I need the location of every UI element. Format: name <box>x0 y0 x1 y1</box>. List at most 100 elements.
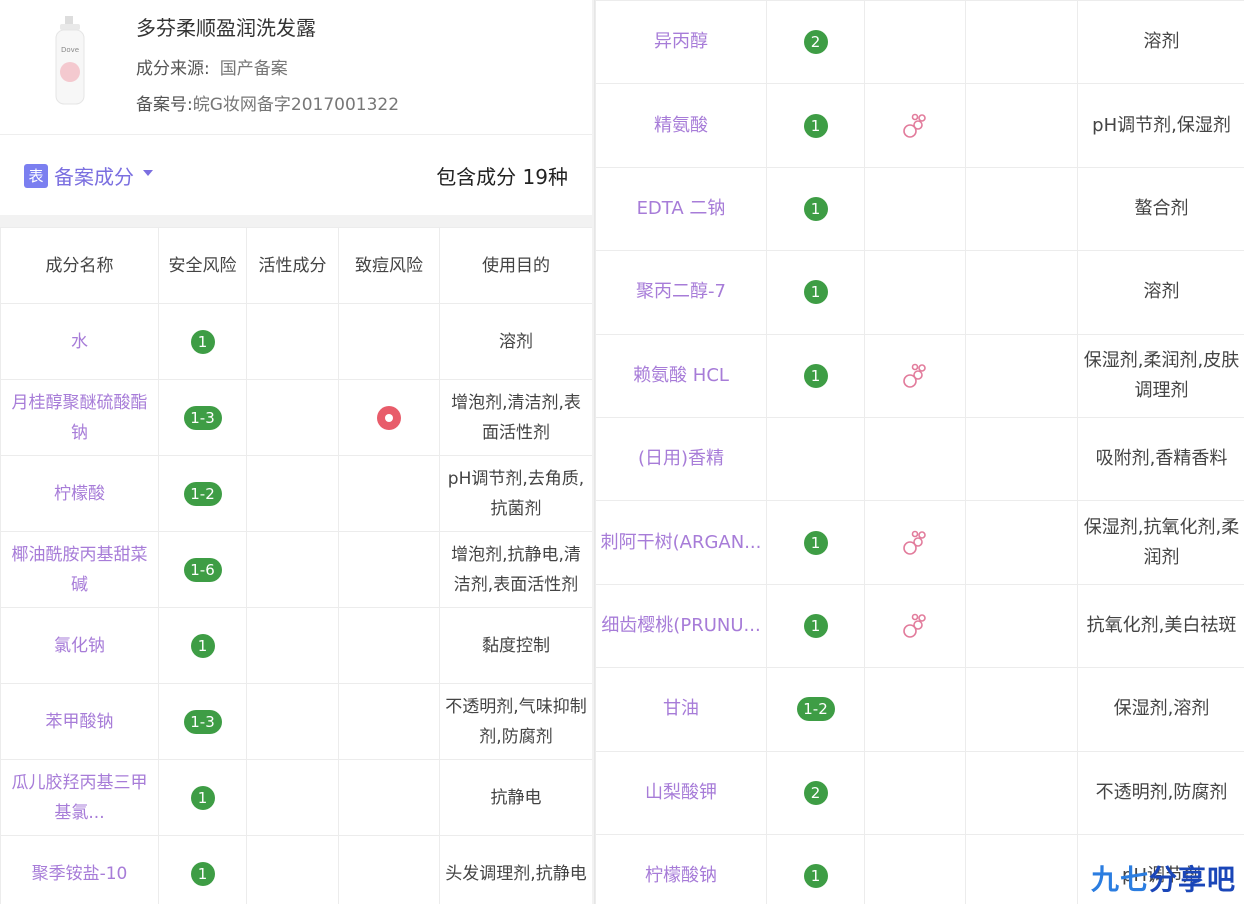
safety-risk-cell: 1 <box>766 83 865 168</box>
safety-risk-cell: 1-2 <box>766 667 865 752</box>
purpose-cell: 头发调理剂,抗静电 <box>439 835 592 904</box>
table-row[interactable]: 聚季铵盐-10 1 头发调理剂,抗静电 <box>0 835 592 904</box>
active-cell <box>864 333 966 418</box>
ingredient-name[interactable]: 氯化钠 <box>0 607 159 684</box>
active-cell <box>246 379 339 456</box>
ingredient-name[interactable]: 赖氨酸 HCL <box>595 333 767 418</box>
active-cell <box>864 416 966 502</box>
table-row[interactable]: 赖氨酸 HCL 1 保湿剂,柔润剂,皮肤调理剂 <box>595 333 1244 418</box>
table-row[interactable]: (日用)香精 吸附剂,香精香料 <box>595 416 1244 502</box>
ingredient-name[interactable]: 精氨酸 <box>595 83 767 168</box>
active-cell <box>864 250 966 335</box>
acne-risk-cell <box>965 833 1078 904</box>
active-cell <box>246 455 339 532</box>
active-cell <box>246 683 339 760</box>
risk-badge: 1 <box>803 113 828 138</box>
ingredient-name[interactable]: 异丙醇 <box>595 0 767 85</box>
risk-badge: 1-2 <box>796 697 835 722</box>
ingredient-name[interactable]: 柠檬酸钠 <box>595 833 767 904</box>
acne-risk-cell <box>965 750 1078 835</box>
acne-risk-cell <box>965 250 1078 335</box>
table-row[interactable]: 细齿樱桃(PRUNU... 1 抗氧化剂,美白祛斑 <box>595 583 1244 669</box>
table-row[interactable]: 椰油酰胺丙基甜菜碱 1-6 增泡剂,抗静电,清洁剂,表面活性剂 <box>0 531 592 608</box>
active-cell <box>864 583 966 669</box>
purpose-cell: 抗氧化剂,美白祛斑 <box>1077 583 1244 669</box>
table-row[interactable]: 聚丙二醇-7 1 溶剂 <box>595 250 1244 335</box>
section-header[interactable]: 表 备案成分 包含成分 19种 <box>0 135 592 215</box>
source-value: 国产备案 <box>219 59 288 79</box>
header-purpose: 使用目的 <box>439 227 592 304</box>
purpose-cell: 溶剂 <box>439 303 592 380</box>
safety-risk-cell: 1-2 <box>158 455 247 532</box>
right-panel: 异丙醇 2 溶剂 精氨酸 1 pH调节剂,保湿剂 EDTA 二钠 1 螯合剂 聚丙二醇-7 1 溶剂赖… <box>594 0 1244 904</box>
ingredient-name[interactable]: 山梨酸钾 <box>595 750 767 835</box>
active-ingredient-icon <box>903 363 926 388</box>
acne-risk-cell <box>965 416 1078 502</box>
record-value: 皖G妆网备字2017001322 <box>192 95 400 115</box>
ingredient-name[interactable]: 椰油酰胺丙基甜菜碱 <box>0 531 159 608</box>
divider <box>0 215 592 227</box>
acne-risk-cell <box>965 500 1078 585</box>
table-row[interactable]: 精氨酸 1 pH调节剂,保湿剂 <box>595 83 1244 168</box>
safety-risk-cell: 1 <box>158 759 247 836</box>
ingredient-name[interactable]: 聚丙二醇-7 <box>595 250 767 335</box>
risk-badge: 2 <box>803 780 828 805</box>
table-icon: 表 <box>24 164 48 188</box>
risk-badge: 1 <box>190 329 215 354</box>
header-safety-risk: 安全风险 <box>158 227 247 304</box>
table-row[interactable]: 水 1 溶剂 <box>0 303 592 380</box>
ingredient-name[interactable]: 水 <box>0 303 159 380</box>
ingredient-source: 成分来源: 国产备案 <box>136 54 288 79</box>
caret-down-icon[interactable] <box>143 170 153 176</box>
table-row[interactable]: EDTA 二钠 1 螯合剂 <box>595 166 1244 252</box>
ingredient-name[interactable]: EDTA 二钠 <box>595 166 767 252</box>
ingredient-name[interactable]: 柠檬酸 <box>0 455 159 532</box>
ingredient-name[interactable]: 甘油 <box>595 667 767 752</box>
risk-badge: 1 <box>803 363 828 388</box>
left-panel: Dove 多芬柔顺盈润洗发露 成分来源: 国产备案 备案号:皖G妆网备字20170… <box>0 0 592 904</box>
purpose-cell: pH调节剂,保湿剂 <box>1077 83 1244 168</box>
table-row[interactable]: 柠檬酸 1-2 pH调节剂,去角质,抗菌剂 <box>0 455 592 532</box>
safety-risk-cell: 1-3 <box>158 683 247 760</box>
ingredient-name[interactable]: 刺阿干树(ARGAN... <box>595 500 767 585</box>
table-row[interactable]: 甘油 1-2 保湿剂,溶剂 <box>595 667 1244 752</box>
ingredient-name[interactable]: 月桂醇聚醚硫酸酯钠 <box>0 379 159 456</box>
safety-risk-cell: 2 <box>766 0 865 85</box>
table-row[interactable]: 刺阿干树(ARGAN... 1 保湿剂,抗氧化剂,柔润剂 <box>595 500 1244 585</box>
record-label: 备案号: <box>136 95 193 115</box>
acne-risk-cell <box>338 683 440 760</box>
safety-risk-cell: 1 <box>158 607 247 684</box>
risk-badge: 1 <box>190 861 215 886</box>
risk-badge: 1-6 <box>183 557 222 582</box>
ingredient-name[interactable]: 瓜儿胶羟丙基三甲基氯... <box>0 759 159 836</box>
safety-risk-cell: 1 <box>766 166 865 252</box>
safety-risk-cell: 1 <box>766 333 865 418</box>
safety-risk-cell: 1 <box>766 583 865 669</box>
acne-risk-cell <box>338 531 440 608</box>
active-cell <box>864 667 966 752</box>
ingredient-name[interactable]: (日用)香精 <box>595 416 767 502</box>
ingredient-name[interactable]: 苯甲酸钠 <box>0 683 159 760</box>
table-row[interactable]: 山梨酸钾 2 不透明剂,防腐剂 <box>595 750 1244 835</box>
table-header-row: 成分名称 安全风险 活性成分 致痘风险 使用目的 <box>0 227 592 304</box>
purpose-cell: 吸附剂,香精香料 <box>1077 416 1244 502</box>
acne-risk-cell <box>965 667 1078 752</box>
svg-text:Dove: Dove <box>61 46 79 54</box>
table-row[interactable]: 氯化钠 1 黏度控制 <box>0 607 592 684</box>
safety-risk-cell: 1 <box>766 833 865 904</box>
acne-risk-cell <box>338 607 440 684</box>
safety-risk-cell: 1 <box>158 303 247 380</box>
ingredient-name[interactable]: 聚季铵盐-10 <box>0 835 159 904</box>
ingredient-name[interactable]: 细齿樱桃(PRUNU... <box>595 583 767 669</box>
risk-badge: 1 <box>190 633 215 658</box>
purpose-cell: 保湿剂,抗氧化剂,柔润剂 <box>1077 500 1244 585</box>
table-row[interactable]: 月桂醇聚醚硫酸酯钠 1-3 增泡剂,清洁剂,表面活性剂 <box>0 379 592 456</box>
section-title[interactable]: 备案成分 <box>54 161 134 190</box>
acne-risk-cell <box>338 835 440 904</box>
table-row[interactable]: 异丙醇 2 溶剂 <box>595 0 1244 85</box>
acne-risk-cell <box>965 166 1078 252</box>
risk-badge: 2 <box>803 30 828 55</box>
table-row[interactable]: 苯甲酸钠 1-3 不透明剂,气味抑制剂,防腐剂 <box>0 683 592 760</box>
table-row[interactable]: 瓜儿胶羟丙基三甲基氯... 1 抗静电 <box>0 759 592 836</box>
active-cell <box>864 0 966 85</box>
